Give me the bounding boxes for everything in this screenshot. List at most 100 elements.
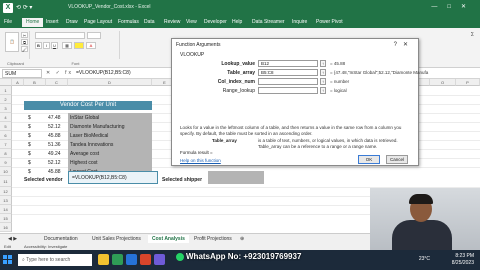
teams-icon[interactable] bbox=[154, 254, 165, 265]
copy-icon[interactable]: ⧉ bbox=[21, 39, 28, 45]
fill-color-icon[interactable] bbox=[74, 42, 84, 49]
file-explorer-icon[interactable] bbox=[98, 254, 109, 265]
formula-bar-icons[interactable]: ✕ ✓ fx bbox=[46, 70, 73, 76]
column-header[interactable]: A bbox=[12, 79, 24, 86]
vendor-name-cell[interactable]: Diamonte Manufacturing bbox=[70, 124, 124, 130]
windows-start-icon[interactable] bbox=[3, 255, 13, 265]
minimize-button[interactable]: — bbox=[431, 4, 447, 10]
select-all-corner[interactable] bbox=[0, 79, 12, 86]
tab-power-pivot[interactable]: Power Pivot bbox=[316, 19, 343, 25]
system-tray[interactable]: 8:23 PM 8/25/2023 bbox=[452, 253, 474, 267]
vendor-name-cell[interactable]: Tandea Innovations bbox=[70, 142, 113, 148]
currency-cell[interactable]: $ bbox=[28, 133, 31, 139]
row-header[interactable]: 15 bbox=[0, 214, 12, 223]
font-color-icon[interactable]: A bbox=[86, 42, 96, 49]
help-link[interactable]: Help on this function bbox=[180, 158, 221, 163]
italic-button[interactable]: I bbox=[43, 42, 50, 49]
range-lookup-input[interactable] bbox=[258, 87, 318, 94]
stat-name-cell[interactable]: Average cost bbox=[70, 151, 99, 157]
dialog-controls[interactable]: ?✕ bbox=[394, 41, 414, 48]
column-header[interactable]: B bbox=[24, 79, 46, 86]
collapse-dialog-icon[interactable]: ↑ bbox=[320, 69, 326, 76]
stat-name-cell[interactable]: Highest cost bbox=[70, 160, 98, 166]
window-controls[interactable]: —□✕ bbox=[431, 3, 476, 10]
powerpoint-icon[interactable] bbox=[140, 254, 151, 265]
row-header[interactable]: 8 bbox=[0, 149, 12, 158]
ok-button[interactable]: OK bbox=[358, 155, 380, 164]
tab-page-layout[interactable]: Page Layout bbox=[84, 19, 112, 25]
sheet-tab-unit-sales-projections[interactable]: Unit Sales Projections bbox=[88, 235, 145, 243]
row-header[interactable]: 11 bbox=[0, 176, 12, 187]
currency-cell[interactable]: $ bbox=[28, 124, 31, 130]
tab-formulas[interactable]: Formulas bbox=[118, 19, 139, 25]
cut-icon[interactable]: ✂ bbox=[21, 32, 28, 38]
column-header[interactable]: O bbox=[430, 79, 456, 86]
column-header[interactable]: P bbox=[456, 79, 480, 86]
tab-data[interactable]: Data bbox=[144, 19, 155, 25]
selected-vendor-label[interactable]: Selected vendor bbox=[24, 177, 63, 183]
cost-cell[interactable]: 51.36 bbox=[48, 142, 61, 148]
currency-cell[interactable]: $ bbox=[28, 169, 31, 175]
currency-cell[interactable]: $ bbox=[28, 160, 31, 166]
row-header[interactable]: 9 bbox=[0, 158, 12, 167]
column-header[interactable]: C bbox=[46, 79, 68, 86]
cost-cell[interactable]: 45.88 bbox=[48, 133, 61, 139]
cost-cell[interactable]: 52.12 bbox=[48, 124, 61, 130]
close-icon[interactable]: ✕ bbox=[403, 42, 414, 48]
selected-shipper-label[interactable]: Selected shipper bbox=[162, 177, 202, 183]
accessibility-status[interactable]: Accessibility: Investigate bbox=[24, 244, 67, 249]
tab-draw[interactable]: Draw bbox=[66, 19, 78, 25]
col-index-num-input[interactable] bbox=[258, 78, 318, 85]
sum-icon[interactable]: Σ bbox=[471, 32, 474, 38]
table-array-input[interactable]: B5:C8 bbox=[258, 69, 318, 76]
row-header[interactable]: 12 bbox=[0, 187, 12, 196]
cost-cell[interactable]: 47.48 bbox=[48, 115, 61, 121]
sheet-nav-arrows[interactable]: ◀ ▶ bbox=[4, 235, 21, 243]
borders-icon[interactable]: ▦ bbox=[62, 42, 72, 49]
row-header[interactable]: 13 bbox=[0, 196, 12, 205]
cancel-button[interactable]: Cancel bbox=[386, 155, 408, 164]
selected-shipper-cell[interactable] bbox=[208, 171, 264, 184]
lookup-value-input[interactable]: B12 bbox=[258, 60, 318, 67]
row-header[interactable]: 10 bbox=[0, 167, 12, 176]
formula-input[interactable]: =VLOOKUP(B12,B5:C8) bbox=[76, 70, 131, 76]
row-header[interactable]: 5 bbox=[0, 122, 12, 131]
row-header[interactable]: 3 bbox=[0, 104, 12, 113]
row-header[interactable]: 1 bbox=[0, 86, 12, 95]
currency-cell[interactable]: $ bbox=[28, 115, 31, 121]
taskbar-search[interactable]: ⌕ Type here to search bbox=[18, 254, 92, 266]
font-size-select[interactable] bbox=[87, 32, 101, 39]
row-header[interactable]: 2 bbox=[0, 95, 12, 104]
close-window-button[interactable]: ✕ bbox=[461, 4, 476, 10]
collapse-dialog-icon[interactable]: ↑ bbox=[320, 60, 326, 67]
tab-inquire[interactable]: Inquire bbox=[292, 19, 307, 25]
vendor-name-cell[interactable]: Laser BioMedical bbox=[70, 133, 108, 139]
tab-review[interactable]: Review bbox=[164, 19, 180, 25]
tab-view[interactable]: View bbox=[186, 19, 197, 25]
underline-button[interactable]: U bbox=[51, 42, 58, 49]
add-sheet-icon[interactable]: ⊕ bbox=[236, 235, 248, 243]
bold-button[interactable]: B bbox=[35, 42, 42, 49]
column-header[interactable]: D bbox=[68, 79, 152, 86]
row-header[interactable]: 6 bbox=[0, 131, 12, 140]
currency-cell[interactable]: $ bbox=[28, 142, 31, 148]
selected-vendor-cell[interactable]: =VLOOKUP(B12,B5:C8) bbox=[68, 171, 158, 184]
tab-data-streamer[interactable]: Data Streamer bbox=[252, 19, 285, 25]
maximize-button[interactable]: □ bbox=[447, 4, 461, 10]
ribbon-right-icons[interactable]: Σ bbox=[471, 32, 474, 38]
collapse-dialog-icon[interactable]: ↑ bbox=[320, 78, 326, 85]
paste-icon[interactable]: 📋 bbox=[5, 32, 19, 52]
font-family-select[interactable] bbox=[35, 32, 85, 39]
row-header[interactable]: 4 bbox=[0, 113, 12, 122]
currency-cell[interactable]: $ bbox=[28, 151, 31, 157]
sheet-tab-documentation[interactable]: Documentation bbox=[40, 235, 82, 243]
tab-insert[interactable]: Insert bbox=[46, 19, 59, 25]
cost-cell[interactable]: 49.24 bbox=[48, 151, 61, 157]
excel-taskbar-icon[interactable] bbox=[112, 254, 123, 265]
name-box[interactable]: SUM bbox=[2, 69, 42, 78]
edge-icon[interactable] bbox=[126, 254, 137, 265]
tab-developer[interactable]: Developer bbox=[204, 19, 227, 25]
cost-cell[interactable]: 45.88 bbox=[48, 169, 61, 175]
tab-home[interactable]: Home bbox=[22, 18, 44, 27]
tab-file[interactable]: File bbox=[4, 19, 12, 25]
